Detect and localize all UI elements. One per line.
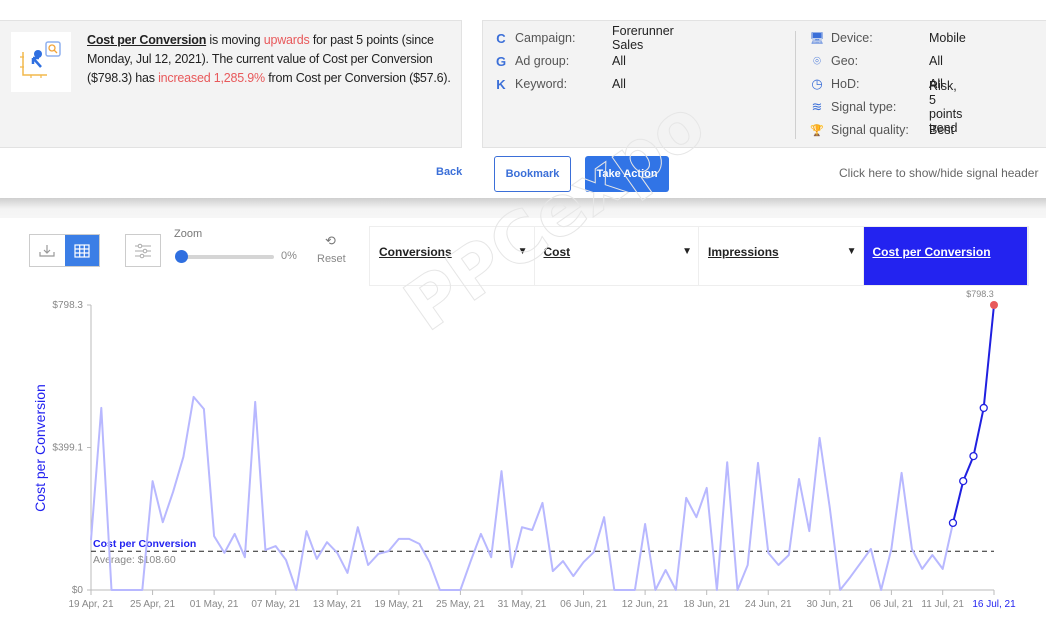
campaign-icon: C [496,30,506,46]
download-icon [39,244,55,257]
section-divider [0,198,1046,218]
x-tick-label: 13 May, 21 [313,599,362,610]
signal-summary-card: Cost per Conversion is moving upwards fo… [0,20,462,148]
download-button[interactable] [30,235,65,266]
signal-icon: ≋ [811,99,823,114]
x-tick-label: 31 May, 21 [498,599,547,610]
zoom-label: Zoom [174,228,203,240]
meta-device: 🖥 Device: Mobile [809,31,966,45]
tab-conversions[interactable]: Conversions ▼ [370,227,535,285]
caret-down-icon[interactable]: ▼ [847,246,857,257]
sliders-icon [135,243,151,258]
x-tick-label: 30 Jun, 21 [806,599,853,610]
average-value: Average: $108.60 [93,554,176,566]
top-strip [0,0,1046,20]
meta-hod: ◷ HoD: All [809,74,943,94]
change-text: increased 1,285.9% [158,71,265,85]
clock-icon: ◷ [811,76,823,91]
table-view-button[interactable] [64,235,99,266]
y-axis-title: Cost per Conversion [32,384,48,512]
grid-icon [74,243,90,258]
y-tick-label: $0 [72,585,84,596]
x-tick-label: 07 May, 21 [251,599,300,610]
trend-point[interactable] [959,476,968,486]
trophy-icon: 🏆 [810,124,824,137]
zoom-value: 0% [281,250,297,262]
metric-tabs: Conversions ▼ Cost ▼ Impressions ▼ Cost … [369,226,1029,286]
reset-icon[interactable]: ⟲ [325,233,336,249]
ad-group-icon: G [495,53,507,69]
meta-geo: ⌾ Geo: All [809,51,943,71]
x-tick-label: 25 Apr, 21 [130,599,175,610]
view-toggle-group [29,234,100,267]
signal-description: Cost per Conversion is moving upwards fo… [87,33,451,85]
x-tick-label: 25 May, 21 [436,599,485,610]
trend-chart-icon [11,32,71,92]
x-tick-label: 06 Jul, 21 [870,599,914,610]
caret-down-icon[interactable]: ▼ [518,246,528,257]
meta-signal-type: ≋ Signal type: Risk, 5 points trend [809,79,963,135]
meta-signal-quality: 🏆 Signal quality: Best [810,123,955,137]
series-line-history [90,395,954,591]
reset-button[interactable]: Reset [317,253,346,265]
tab-cost[interactable]: Cost ▼ [534,227,699,285]
trend-point[interactable] [979,403,988,413]
device-icon: 🖥 [809,31,825,45]
x-tick-label: 24 Jun, 21 [745,599,792,610]
series-line-trend [952,304,995,524]
tab-impressions[interactable]: Impressions ▼ [699,227,864,285]
meta-keyword: K Keyword: All [493,74,626,94]
toggle-signal-header-link[interactable]: Click here to show/hide signal header [839,166,1038,180]
x-tick-label: 19 May, 21 [374,599,423,610]
x-tick-label: 19 Apr, 21 [68,599,113,610]
meta-divider [795,31,796,139]
signal-meta-card: C Campaign: Forerunner Sales G Ad group:… [482,20,1046,148]
geo-pin-icon: ⌾ [813,53,821,68]
y-tick-label: $798.3 [52,300,83,311]
x-tick-label: 12 Jun, 21 [622,599,669,610]
x-tick-label: 01 May, 21 [190,599,239,610]
zoom-slider-handle[interactable] [175,250,188,263]
tab-cost-per-conversion[interactable]: Cost per Conversion [863,227,1028,285]
current-value-label: $798.3 [966,289,994,299]
cost-per-conversion-chart: $0 $399.1 $798.3 Cost per Conversion 19 Apr,… [32,289,1016,610]
x-tick-label: 11 Jul, 21 [921,599,964,610]
y-tick-label: $399.1 [52,443,83,454]
signal-metric-link[interactable]: Cost per Conversion [87,33,206,47]
keyword-icon: K [496,76,506,92]
bookmark-button[interactable]: Bookmark [494,156,571,192]
current-value-point[interactable] [990,301,998,309]
trend-point[interactable] [969,451,978,461]
back-button[interactable]: Back [436,166,462,178]
meta-campaign: C Campaign: Forerunner Sales [493,24,674,52]
direction-text: upwards [263,33,310,47]
caret-down-icon[interactable]: ▼ [682,246,692,257]
trend-point[interactable] [948,518,958,528]
meta-ad-group: G Ad group: All [493,51,626,71]
take-action-button[interactable]: Take Action [585,156,669,192]
x-tick-label: 18 Jun, 21 [683,599,730,610]
x-tick-label: 16 Jul, 21 [972,599,1016,610]
zoom-slider-track[interactable] [180,255,274,259]
chart-settings-button[interactable] [125,234,161,267]
x-tick-label: 06 Jun, 21 [560,599,607,610]
